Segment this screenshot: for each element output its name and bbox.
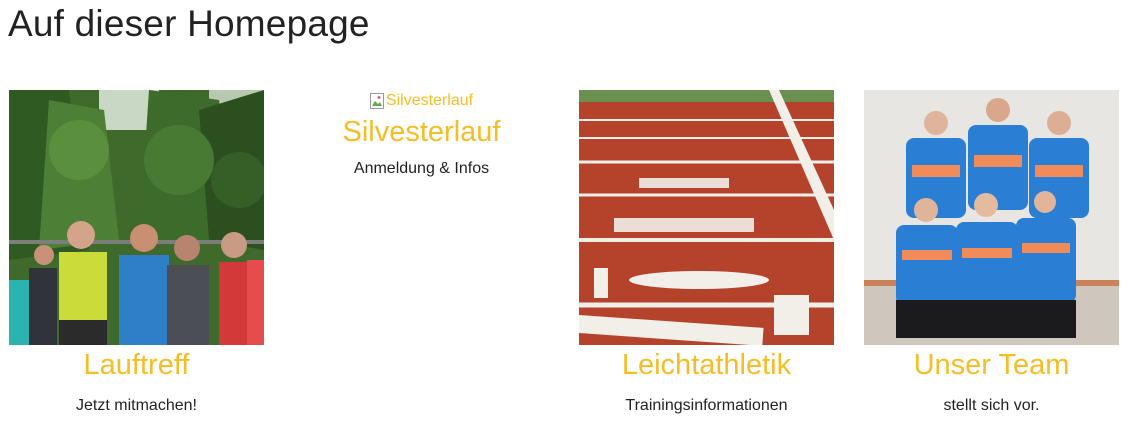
broken-image-icon [369,93,384,109]
card-unser-team: Unser Team stellt sich vor. [864,90,1119,416]
card-silvesterlauf-text: Anmeldung & Infos [353,160,490,177]
card-silvesterlauf-link[interactable]: Silvesterlauf Silvesterlauf [294,90,549,150]
unser-team-photo[interactable] [864,90,1119,345]
card-unser-team-text: stellt sich vor. [943,397,1040,414]
card-silvesterlauf: Silvesterlauf Silvesterlauf Anmeldung & … [294,90,549,179]
card-leichtathletik-title[interactable]: Leichtathletik [579,347,834,383]
lauftreff-photo[interactable] [9,90,264,345]
card-lauftreff-title[interactable]: Lauftreff [9,347,264,383]
card-lauftreff-link[interactable]: Lauftreff [9,90,264,383]
card-leichtathletik: Leichtathletik Trainingsinformationen [579,90,834,416]
leichtathletik-photo[interactable] [579,90,834,345]
card-silvesterlauf-title[interactable]: Silvesterlauf [294,114,549,150]
card-unser-team-link[interactable]: Unser Team [864,90,1119,383]
card-unser-team-title[interactable]: Unser Team [864,347,1119,383]
card-leichtathletik-link[interactable]: Leichtathletik [579,90,834,383]
card-lauftreff: Lauftreff Jetzt mitmachen! [9,90,264,416]
broken-image-placeholder[interactable]: Silvesterlauf [369,92,474,110]
card-leichtathletik-text: Trainingsinformationen [625,397,788,414]
card-lauftreff-text: Jetzt mitmachen! [76,397,197,414]
page-title: Auf dieser Homepage [8,3,370,44]
broken-image-alt-text: Silvesterlauf [385,92,474,109]
